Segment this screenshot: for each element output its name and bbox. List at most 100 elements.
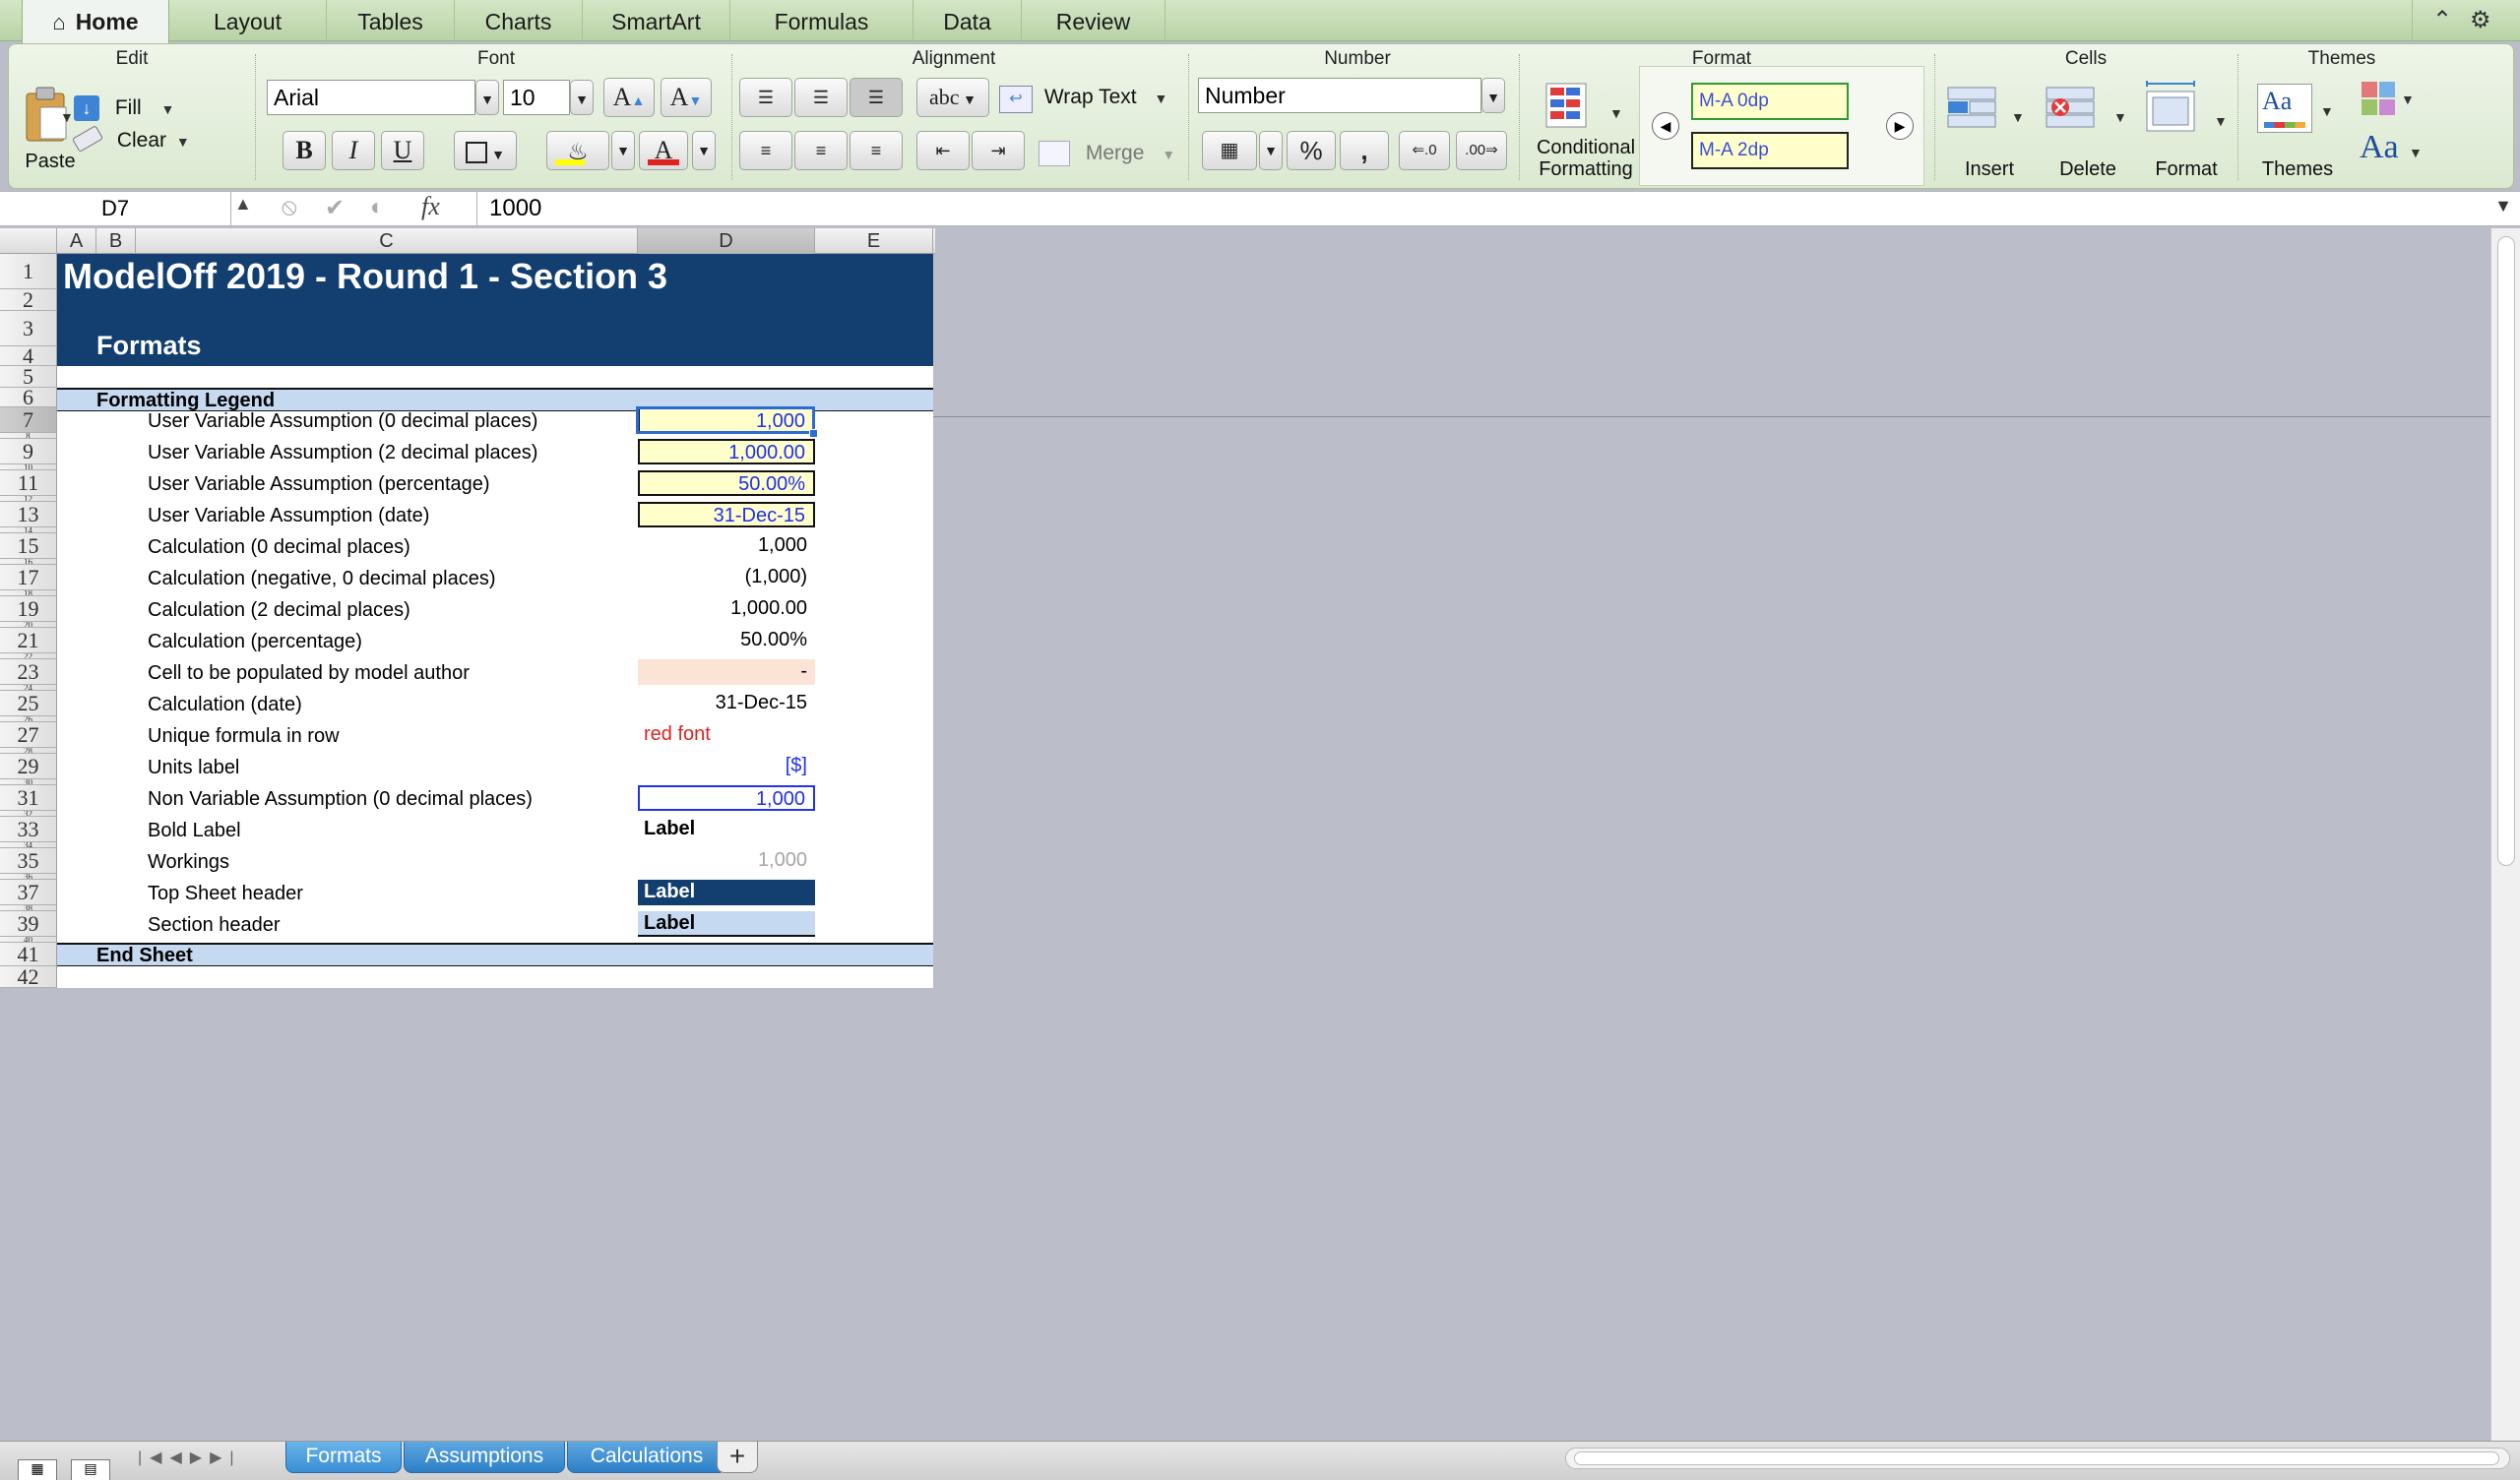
legend-sample-cell[interactable]: 1,000 — [638, 533, 815, 559]
name-box[interactable]: D7 — [0, 192, 231, 225]
legend-sample-cell[interactable]: 1,000.00 — [638, 439, 815, 464]
font-name-dropdown-icon[interactable]: ▼ — [475, 80, 499, 115]
accounting-format-dropdown-icon[interactable]: ▼ — [1259, 131, 1283, 170]
wrap-text-button[interactable]: ↩ Wrap Text ▼ — [999, 86, 1167, 113]
column-header-e[interactable]: E — [815, 228, 933, 254]
add-sheet-button[interactable]: + — [717, 1442, 758, 1473]
theme-colors-button[interactable]: ▼ — [2352, 78, 2421, 117]
decrease-decimal-button[interactable]: .00⇒ — [1456, 131, 1507, 170]
grow-font-button[interactable]: A▲ — [603, 78, 655, 117]
font-color-button[interactable]: A — [639, 131, 688, 170]
theme-fonts-button[interactable]: Aa ▼ — [2352, 129, 2430, 172]
bold-button[interactable]: B — [283, 131, 326, 170]
row-header-13[interactable]: 13 — [0, 502, 57, 527]
row-header-2[interactable]: 2 — [0, 289, 57, 311]
page-layout-view-button[interactable]: ▤ — [71, 1459, 110, 1480]
clear-button[interactable]: Clear ▼ — [71, 125, 190, 153]
merge-button[interactable]: Merge ▼ — [1039, 141, 1175, 166]
sheet-tab-assumptions[interactable]: Assumptions — [404, 1442, 565, 1473]
font-size-dropdown-icon[interactable]: ▼ — [570, 80, 594, 115]
percent-style-button[interactable]: % — [1287, 131, 1336, 170]
legend-sample-cell[interactable]: (1,000) — [638, 565, 815, 590]
column-header-b[interactable]: B — [96, 228, 136, 254]
normal-view-button[interactable]: ▦ — [18, 1459, 57, 1480]
row-header-37[interactable]: 37 — [0, 880, 57, 905]
tab-data[interactable]: Data — [914, 0, 1022, 41]
fill-color-button[interactable]: ♨ — [546, 131, 609, 170]
gallery-next-icon[interactable]: ▶ — [1886, 112, 1914, 140]
column-header-d[interactable]: D — [638, 228, 815, 254]
row-header-9[interactable]: 9 — [0, 439, 57, 464]
cancel-formula-icon[interactable]: ⦸ — [282, 194, 297, 221]
legend-sample-cell[interactable]: 50.00% — [638, 470, 815, 496]
font-size-field[interactable]: 10 — [503, 80, 570, 115]
gallery-prev-icon[interactable]: ◀ — [1652, 112, 1679, 140]
first-sheet-icon[interactable]: |◀ — [138, 1449, 169, 1466]
legend-sample-cell[interactable]: Label — [638, 880, 815, 905]
tab-review[interactable]: Review — [1022, 0, 1166, 41]
decrease-indent-button[interactable]: ⇤ — [916, 131, 970, 170]
number-format-field[interactable]: Number — [1198, 78, 1481, 113]
legend-sample-cell[interactable]: 1,000 — [638, 407, 815, 433]
tab-home[interactable]: ⌂ Home — [22, 0, 169, 43]
number-format-dropdown-icon[interactable]: ▼ — [1481, 78, 1505, 113]
conditional-formatting-button[interactable]: ▼ Conditional Formatting — [1525, 78, 1647, 186]
legend-sample-cell[interactable]: 1,000 — [638, 785, 815, 811]
paste-dropdown-icon[interactable]: ▼ — [60, 109, 74, 125]
next-sheet-icon[interactable]: ▶ — [190, 1449, 210, 1466]
horizontal-scrollbar[interactable] — [1565, 1448, 2510, 1469]
fill-handle[interactable] — [809, 429, 818, 438]
tab-tables[interactable]: Tables — [327, 0, 455, 41]
row-header-6[interactable]: 6 — [0, 388, 57, 407]
fill-color-dropdown-icon[interactable]: ▼ — [611, 131, 635, 170]
row-header-42[interactable]: 42 — [0, 966, 57, 988]
row-header-31[interactable]: 31 — [0, 785, 57, 811]
row-header-5[interactable]: 5 — [0, 366, 57, 388]
borders-button[interactable]: ▼ — [454, 131, 517, 170]
sheet-tab-formats[interactable]: Formats — [285, 1442, 402, 1473]
align-left-button[interactable]: ≡ — [739, 131, 792, 170]
row-header-19[interactable]: 19 — [0, 596, 57, 622]
increase-indent-button[interactable]: ⇥ — [972, 131, 1025, 170]
row-header-7[interactable]: 7 — [0, 407, 57, 433]
legend-sample-cell[interactable]: 31-Dec-15 — [638, 691, 815, 716]
insert-function-button[interactable]: fx — [421, 192, 440, 221]
row-header-15[interactable]: 15 — [0, 533, 57, 559]
row-header-17[interactable]: 17 — [0, 565, 57, 590]
legend-sample-cell[interactable]: [$] — [638, 754, 815, 779]
select-all-corner[interactable] — [0, 228, 57, 254]
row-header-4[interactable]: 4 — [0, 346, 57, 366]
style-m-a-0dp[interactable]: M-A 0dp — [1691, 83, 1849, 120]
name-box-stepper-icon[interactable]: ▲ — [234, 194, 252, 215]
align-middle-button[interactable]: ☰ — [794, 78, 848, 117]
cell-grid[interactable]: ModelOff 2019 - Round 1 - Section 3 Form… — [57, 254, 933, 988]
row-header-3[interactable]: 3 — [0, 311, 57, 346]
row-header-23[interactable]: 23 — [0, 659, 57, 685]
formula-input[interactable]: 1000 — [476, 192, 2485, 225]
comma-style-button[interactable]: , — [1340, 131, 1389, 170]
delete-cells-button[interactable]: ▼ Delete — [2039, 74, 2137, 186]
orientation-button[interactable]: abc ▼ — [916, 78, 989, 117]
row-header-35[interactable]: 35 — [0, 848, 57, 874]
font-color-dropdown-icon[interactable]: ▼ — [692, 131, 716, 170]
legend-sample-cell[interactable]: - — [638, 659, 815, 685]
align-bottom-button[interactable]: ☰ — [850, 78, 903, 117]
row-header-27[interactable]: 27 — [0, 722, 57, 748]
legend-sample-cell[interactable]: 50.00% — [638, 628, 815, 653]
increase-decimal-button[interactable]: ⇐.0 — [1399, 131, 1450, 170]
vertical-scroll-thumb[interactable] — [2497, 236, 2515, 866]
row-header-11[interactable]: 11 — [0, 470, 57, 496]
sheet-tab-calculations[interactable]: Calculations — [567, 1442, 726, 1473]
tab-smartart[interactable]: SmartArt — [583, 0, 730, 41]
underline-button[interactable]: U — [381, 131, 424, 170]
row-header-29[interactable]: 29 — [0, 754, 57, 779]
vertical-scrollbar[interactable] — [2490, 228, 2520, 1441]
collapse-ribbon-icon[interactable]: ⌃ — [2432, 6, 2452, 34]
format-cells-button[interactable]: ▼ Format — [2137, 74, 2236, 186]
themes-button[interactable]: Aa ▼ Themes — [2243, 74, 2352, 186]
row-header-41[interactable]: 41 — [0, 943, 57, 966]
legend-sample-cell[interactable]: red font — [638, 722, 815, 748]
formula-builder-icon[interactable]: ◐ — [370, 194, 385, 221]
style-m-a-2dp[interactable]: M-A 2dp — [1691, 132, 1849, 169]
insert-cells-button[interactable]: ▼ Insert — [1940, 74, 2039, 186]
